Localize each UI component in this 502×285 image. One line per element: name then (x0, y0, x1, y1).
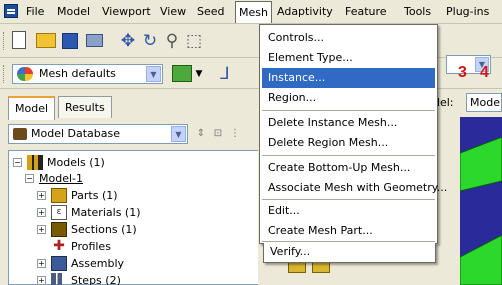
expand-icon[interactable]: + (37, 276, 46, 285)
menu-item-edit[interactable]: Edit... (262, 201, 435, 221)
model-combo-value: Model- (470, 96, 501, 109)
menu-file[interactable]: File (26, 5, 44, 18)
expand-icon[interactable]: ⋮ (228, 127, 242, 141)
sections-icon (51, 222, 67, 237)
menu-item-create-mesh-part[interactable]: Create Mesh Part... (262, 221, 435, 241)
assembly-icon (51, 256, 67, 271)
tree-node-label: Materials (1) (71, 206, 141, 219)
mesh-defaults-combo[interactable]: Mesh defaults ▼ (12, 64, 163, 84)
expand-icon[interactable]: + (37, 191, 46, 200)
menu-separator (262, 110, 435, 111)
mesh-menu-dropdown: Controls... Element Type... Instance... … (259, 24, 447, 244)
menu-item-controls[interactable]: Controls... (262, 28, 435, 48)
collapse-icon[interactable]: − (13, 158, 22, 167)
menu-separator (262, 241, 435, 242)
print-icon[interactable] (86, 34, 103, 47)
chevron-down-icon[interactable]: ▼ (194, 64, 204, 84)
open-folder-icon[interactable] (36, 33, 56, 48)
save-icon[interactable] (62, 33, 78, 49)
models-icon (27, 155, 43, 170)
tree-node-label: Steps (2) (71, 274, 121, 285)
menu-separator (262, 199, 435, 200)
parts-icon (51, 188, 67, 203)
app-menu-icon[interactable] (4, 4, 18, 18)
expand-icon[interactable]: + (37, 208, 46, 217)
menu-model[interactable]: Model (57, 5, 90, 18)
menu-viewport[interactable]: Viewport (102, 5, 151, 18)
menu-item-delete-instance-mesh[interactable]: Delete Instance Mesh... (262, 113, 435, 133)
menu-item-instance[interactable]: Instance... (262, 68, 435, 88)
menu-item-associate-mesh[interactable]: Associate Mesh with Geometry... (262, 178, 447, 198)
tree-node-label: Parts (1) (71, 189, 118, 202)
toolbar-grip[interactable] (3, 65, 6, 83)
tree-node-label: Profiles (71, 240, 111, 253)
color-palette-icon (17, 67, 33, 81)
model-database-value: Model Database (31, 127, 121, 140)
tab-results[interactable]: Results (58, 96, 112, 118)
profiles-icon: ✚ (53, 238, 65, 254)
menu-item-verify[interactable]: Verify... (263, 243, 436, 263)
viewport-canvas[interactable] (460, 117, 502, 285)
tree-node-label: Models (1) (47, 156, 105, 169)
menu-item-create-bottom-up-mesh[interactable]: Create Bottom-Up Mesh... (262, 158, 435, 178)
rotate-icon[interactable]: ↻ (140, 31, 160, 51)
menu-separator (262, 155, 435, 156)
menu-mesh[interactable]: Mesh (235, 1, 272, 23)
expand-icon[interactable]: + (37, 225, 46, 234)
step-number-3: 3 (458, 64, 467, 81)
menu-item-delete-region-mesh[interactable]: Delete Region Mesh... (262, 133, 435, 153)
model-tree-panel: Model Results Model Database ▼ ⇕ ⊡ ⋮ − M… (0, 90, 260, 285)
menu-view[interactable]: View (160, 5, 186, 18)
render-style-icon[interactable] (172, 65, 192, 82)
viewport-mesh-graphic (460, 136, 502, 285)
zoom-icon[interactable]: ⚲ (162, 31, 182, 51)
mesh-defaults-value: Mesh defaults (39, 67, 116, 80)
database-icon (13, 128, 27, 140)
menu-item-element-type[interactable]: Element Type... (262, 48, 435, 68)
filter-icon[interactable]: ⊡ (211, 127, 225, 141)
box-zoom-icon[interactable]: ⬚ (184, 31, 204, 51)
tree-node-label: Assembly (71, 257, 125, 270)
menu-feature[interactable]: Feature (345, 5, 387, 18)
new-file-icon[interactable] (12, 31, 26, 49)
menu-seed[interactable]: Seed (197, 5, 225, 18)
sort-icon[interactable]: ⇕ (194, 127, 208, 141)
expand-icon[interactable]: + (37, 259, 46, 268)
menu-bar: File Model Viewport View Seed Mesh Adapt… (0, 0, 502, 24)
tree-node-label: Model-1 (39, 172, 83, 185)
tree-node-label: Sections (1) (71, 223, 137, 236)
chevron-down-icon[interactable]: ▼ (171, 126, 186, 142)
model-combo[interactable]: Model- (466, 93, 502, 112)
chevron-down-icon[interactable]: ▼ (146, 66, 161, 82)
pan-icon[interactable]: ✥ (118, 31, 138, 51)
menu-adaptivity[interactable]: Adaptivity (277, 5, 333, 18)
menu-plugins[interactable]: Plug-ins (446, 5, 489, 18)
materials-icon: ε (51, 205, 67, 220)
toolbar-grip[interactable] (3, 32, 6, 50)
collapse-icon[interactable]: − (25, 174, 34, 183)
step-number-4: 4 (480, 64, 489, 81)
menu-tools[interactable]: Tools (404, 5, 431, 18)
model-database-combo[interactable]: Model Database ▼ (8, 124, 188, 144)
model-tree: − Models (1) − Model-1 + Parts (1) + ε M… (8, 150, 258, 285)
steps-icon (51, 273, 67, 285)
menu-item-region[interactable]: Region... (262, 88, 435, 108)
tab-model[interactable]: Model (8, 96, 56, 120)
triad-icon[interactable]: ⅃ (215, 64, 235, 84)
